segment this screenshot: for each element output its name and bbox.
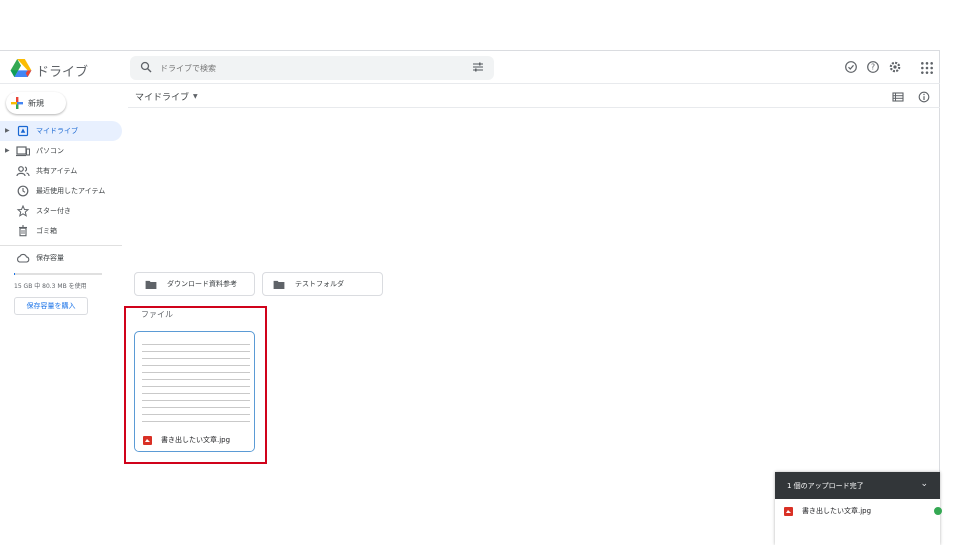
app-frame bbox=[0, 50, 940, 545]
toast-file-row[interactable]: 書き出したい文章.jpg bbox=[784, 506, 871, 516]
files-section-label: ファイル bbox=[141, 310, 173, 319]
expand-arrow-icon[interactable]: ▶ bbox=[5, 147, 10, 154]
file-thumbnail bbox=[142, 338, 250, 426]
upload-complete-icon bbox=[934, 507, 942, 515]
plus-icon bbox=[11, 97, 23, 109]
drive-logo-icon[interactable] bbox=[10, 59, 32, 77]
folder-item[interactable]: テストフォルダ bbox=[262, 272, 383, 296]
app-name[interactable]: ドライブ bbox=[36, 61, 88, 80]
my-drive-icon bbox=[17, 125, 29, 137]
storage-progress-bar bbox=[14, 273, 102, 275]
upload-toast: 1 個のアップロード完了 ⌄ 書き出したい文章.jpg bbox=[775, 472, 942, 545]
sidebar-item-shared[interactable]: 共有アイテム bbox=[0, 161, 122, 181]
file-name: 書き出したい文章.jpg bbox=[161, 436, 231, 444]
search-icon[interactable] bbox=[140, 61, 152, 73]
toast-header[interactable]: 1 個のアップロード完了 ⌄ bbox=[775, 472, 940, 499]
sidebar-item-label: スター付き bbox=[36, 207, 71, 215]
folder-name: ダウンロード資料参考 bbox=[167, 280, 237, 288]
search-input[interactable] bbox=[160, 60, 460, 76]
clock-icon bbox=[17, 185, 29, 197]
main-divider bbox=[128, 107, 940, 108]
toast-title: 1 個のアップロード完了 bbox=[787, 481, 864, 490]
storage-link[interactable]: 保存容量 bbox=[16, 253, 64, 263]
computer-icon bbox=[16, 146, 30, 157]
file-card[interactable]: 書き出したい文章.jpg bbox=[134, 331, 255, 452]
list-view-icon[interactable] bbox=[892, 91, 904, 103]
sidebar-item-recent[interactable]: 最近使用したアイテム bbox=[0, 181, 122, 201]
star-icon bbox=[16, 205, 30, 217]
folder-item[interactable]: ダウンロード資料参考 bbox=[134, 272, 255, 296]
sidebar-item-starred[interactable]: スター付き bbox=[0, 201, 122, 221]
search-options-icon[interactable] bbox=[472, 61, 484, 73]
image-file-icon bbox=[143, 435, 152, 445]
top-bar: ドライブ ? bbox=[0, 51, 940, 84]
ready-offline-icon[interactable] bbox=[844, 60, 858, 74]
trash-icon bbox=[19, 225, 27, 237]
page-title: マイドライブ bbox=[135, 93, 190, 103]
expand-arrow-icon[interactable]: ▶ bbox=[5, 127, 10, 134]
search-bar[interactable] bbox=[130, 56, 494, 80]
image-file-icon bbox=[784, 506, 793, 516]
sidebar-item-label: パソコン bbox=[36, 147, 64, 155]
sidebar-divider bbox=[0, 245, 122, 246]
sidebar-item-label: 共有アイテム bbox=[36, 167, 78, 175]
chevron-down-icon[interactable]: ⌄ bbox=[920, 479, 928, 489]
buy-storage-button[interactable]: 保存容量を購入 bbox=[14, 297, 88, 315]
new-button[interactable]: 新規 bbox=[6, 92, 66, 114]
sidebar-nav: ▶ マイドライブ ▶ パソコン 共有アイテム 最近使用したアイテム スター付き … bbox=[0, 121, 122, 241]
sidebar-item-computers[interactable]: ▶ パソコン bbox=[0, 141, 122, 161]
folder-name: テストフォルダ bbox=[295, 280, 344, 288]
shared-icon bbox=[16, 166, 30, 177]
help-icon[interactable]: ? bbox=[866, 60, 880, 74]
breadcrumb[interactable]: マイドライブ ▼ bbox=[135, 90, 198, 103]
storage-label: 保存容量 bbox=[36, 254, 64, 262]
sidebar-item-label: マイドライブ bbox=[36, 127, 78, 135]
svg-text:?: ? bbox=[871, 63, 875, 72]
new-button-label: 新規 bbox=[28, 98, 44, 108]
storage-progress-fill bbox=[14, 273, 15, 275]
sidebar-item-my-drive[interactable]: ▶ マイドライブ bbox=[0, 121, 122, 141]
settings-icon[interactable] bbox=[888, 60, 902, 74]
cloud-icon bbox=[17, 253, 30, 263]
apps-grid-icon[interactable] bbox=[920, 61, 934, 75]
sidebar-item-label: ゴミ箱 bbox=[36, 227, 57, 235]
caret-down-icon: ▼ bbox=[193, 93, 198, 100]
sidebar-item-trash[interactable]: ゴミ箱 bbox=[0, 221, 122, 241]
info-icon[interactable] bbox=[918, 91, 930, 103]
sidebar-item-label: 最近使用したアイテム bbox=[36, 187, 106, 195]
folder-icon bbox=[145, 280, 157, 289]
file-card-footer: 書き出したい文章.jpg bbox=[135, 428, 254, 451]
folder-icon bbox=[273, 280, 285, 289]
storage-usage-text: 15 GB 中 80.3 MB を使用 bbox=[14, 283, 87, 290]
toast-file-name: 書き出したい文章.jpg bbox=[802, 507, 872, 515]
sidebar: 新規 ▶ マイドライブ ▶ パソコン 共有アイテム 最近使用したアイテム スター… bbox=[0, 84, 124, 544]
